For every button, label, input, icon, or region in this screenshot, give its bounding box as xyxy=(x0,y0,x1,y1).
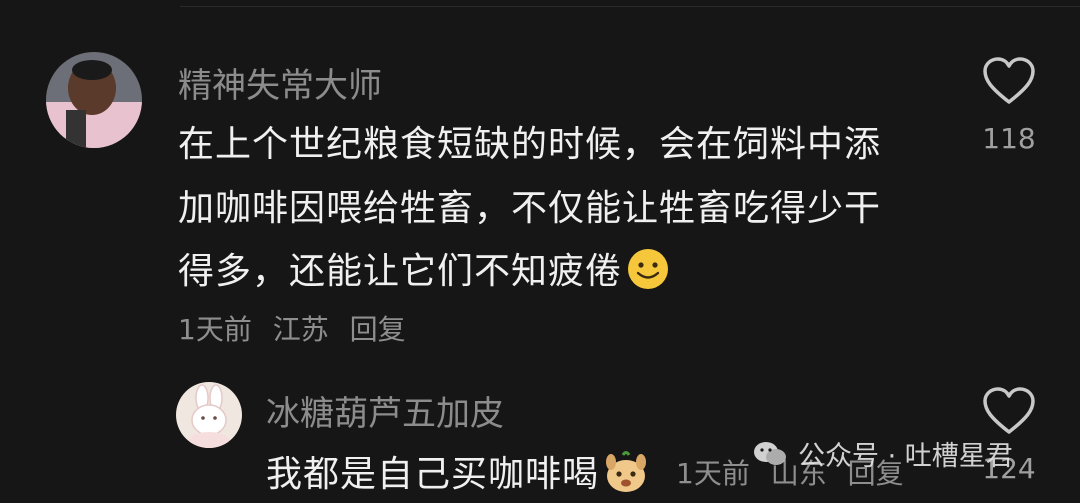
watermark-label: 公众号 · 吐槽星君 xyxy=(798,441,1013,472)
reply-button[interactable]: 回复 xyxy=(350,313,406,346)
avatar[interactable] xyxy=(46,52,142,148)
like-count: 118 xyxy=(982,122,1036,155)
comment-username[interactable]: 精神失常大师 xyxy=(178,58,382,107)
watermark: 公众号 · 吐槽星君 xyxy=(752,434,1013,473)
comment-text-line-with-emoji: 我都是自己买咖啡喝 xyxy=(266,445,649,503)
avatar[interactable] xyxy=(176,382,242,448)
wechat-icon xyxy=(754,441,786,465)
comment-time: 1天前 xyxy=(676,457,750,490)
heart-outline-icon xyxy=(983,57,1035,104)
comment-text: 得多，还能让它们不知疲倦 xyxy=(178,251,623,292)
comment-meta: 1天前 江苏 回复 xyxy=(178,308,418,348)
heart-outline-icon xyxy=(983,387,1035,434)
dog-emoji xyxy=(603,450,649,503)
comment-location: 江苏 xyxy=(272,313,329,346)
comment-username[interactable]: 冰糖葫芦五加皮 xyxy=(266,386,504,435)
top-divider xyxy=(180,6,1080,7)
like-button[interactable] xyxy=(981,56,1037,112)
comment-time: 1天前 xyxy=(178,313,252,346)
comment-text-line: 在上个世纪粮食短缺的时候，会在饲料中添 xyxy=(178,124,882,165)
smile-emoji xyxy=(626,247,670,300)
comment-text-line-with-emoji: 得多，还能让它们不知疲倦 xyxy=(178,242,670,300)
comment-text-line: 加咖啡因喂给牲畜，不仅能让牲畜吃得少干 xyxy=(178,188,882,229)
comment-text: 我都是自己买咖啡喝 xyxy=(266,454,600,495)
